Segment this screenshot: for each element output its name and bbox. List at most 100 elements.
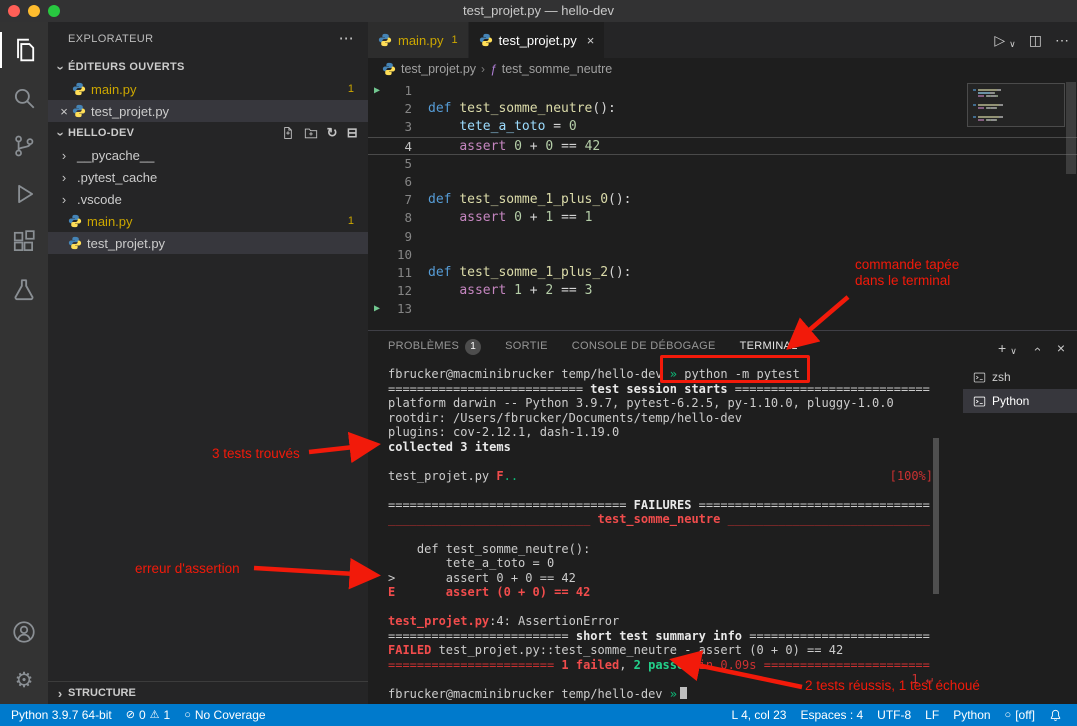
code-text: assert 1 + 2 == 3 xyxy=(428,282,592,300)
file-tree: ›__pycache__›.pytest_cache›.vscodemain.p… xyxy=(48,144,368,254)
terminal-scrollbar[interactable] xyxy=(933,438,939,594)
maximize-panel-button[interactable]: › xyxy=(1029,341,1044,357)
code-line[interactable]: 4 assert 0 + 0 == 42 xyxy=(368,137,1077,155)
panel-tab[interactable]: PROBLÈMES1 xyxy=(388,339,481,358)
activity-settings-button[interactable]: ⚙ xyxy=(0,656,48,704)
run-dropdown-icon[interactable]: ∨ xyxy=(1009,39,1016,50)
more-actions-icon[interactable]: ⋯ xyxy=(339,22,354,56)
open-editors-section-header[interactable]: › ÉDITEURS OUVERTS xyxy=(48,56,368,78)
file-name: .pytest_cache xyxy=(77,170,157,185)
code-line[interactable]: ▶13 xyxy=(368,300,1077,318)
split-editor-button[interactable]: ◫ xyxy=(1029,32,1042,49)
code-line[interactable]: 12 assert 1 + 2 == 3 xyxy=(368,282,1077,300)
explorer-sidebar: EXPLORATEUR ⋯ › ÉDITEURS OUVERTS main.py… xyxy=(48,22,368,704)
breadcrumb-symbol[interactable]: test_somme_neutre xyxy=(502,62,612,76)
close-panel-button[interactable]: × xyxy=(1057,340,1065,356)
status-indentation[interactable]: Espaces : 4 xyxy=(793,704,870,726)
code-line[interactable]: 9 xyxy=(368,228,1077,246)
run-test-icon[interactable]: ▶ xyxy=(368,82,386,100)
status-label: UTF-8 xyxy=(877,708,911,722)
run-test-icon[interactable]: ▶ xyxy=(368,300,386,318)
python-file-icon xyxy=(68,214,82,228)
panel-tab[interactable]: TERMINAL xyxy=(740,340,798,356)
activity-run-debug-button[interactable] xyxy=(0,170,48,218)
minimap[interactable] xyxy=(973,86,1061,125)
activity-explorer-button[interactable] xyxy=(0,26,48,74)
folder-item[interactable]: ›__pycache__ xyxy=(48,144,368,166)
open-editor-item[interactable]: main.py1 xyxy=(48,78,368,100)
status-label: Python xyxy=(953,708,990,722)
new-folder-icon[interactable] xyxy=(304,126,318,140)
collapse-all-icon[interactable]: ⊟ xyxy=(347,125,358,141)
breadcrumb-file[interactable]: test_projet.py xyxy=(401,62,476,76)
code-line[interactable]: 11def test_somme_1_plus_2(): xyxy=(368,264,1077,282)
terminal-output[interactable]: fbrucker@macminibrucker temp/hello-dev »… xyxy=(388,365,933,702)
panel-tab-label: SORTIE xyxy=(505,340,548,356)
line-number: 10 xyxy=(386,246,412,264)
panel-tab[interactable]: SORTIE xyxy=(505,340,548,356)
close-editor-icon[interactable]: × xyxy=(56,104,72,119)
status-problems[interactable]: ⊘0⚠1 xyxy=(119,704,177,726)
code-line[interactable]: 6 xyxy=(368,173,1077,191)
editor-tab-bar: main.py1test_projet.py× ▷ ∨ ◫ ⋯ xyxy=(368,22,1077,58)
file-item[interactable]: test_projet.py xyxy=(48,232,368,254)
vscode-window: test_projet.py — hello-dev xyxy=(0,0,1077,726)
file-item[interactable]: main.py1 xyxy=(48,210,368,232)
folder-item[interactable]: ›.pytest_cache xyxy=(48,166,368,188)
structure-section-header[interactable]: › STRUCTURE xyxy=(48,681,368,704)
breadcrumb-separator-icon: › xyxy=(481,62,485,76)
status-coverage[interactable]: ○No Coverage xyxy=(177,704,272,726)
close-tab-icon[interactable]: × xyxy=(587,33,595,48)
folder-section-header[interactable]: › HELLO-DEV ↻ ⊟ xyxy=(48,122,368,144)
line-number: 1 xyxy=(386,82,412,100)
terminal-instance[interactable]: Python xyxy=(963,389,1077,413)
code-line[interactable]: 5 xyxy=(368,155,1077,173)
panel-tab[interactable]: CONSOLE DE DÉBOGAGE xyxy=(572,340,716,356)
status-notifications[interactable] xyxy=(1042,704,1069,726)
status-label: [off] xyxy=(1015,708,1035,722)
terminal-line: ================================= FAILUR… xyxy=(388,498,933,513)
run-file-button[interactable]: ▷ xyxy=(994,32,1005,49)
folder-item[interactable]: ›.vscode xyxy=(48,188,368,210)
status-eol[interactable]: LF xyxy=(918,704,946,726)
code-editor[interactable]: ▶12def test_somme_neutre():3 tete_a_toto… xyxy=(368,80,1077,332)
code-line[interactable]: 10 xyxy=(368,246,1077,264)
panel-tab-bar: PROBLÈMES1 SORTIE CONSOLE DE DÉBOGAGE TERMI… xyxy=(368,331,1077,365)
editor-tab[interactable]: main.py1 xyxy=(368,22,469,58)
activity-extensions-button[interactable] xyxy=(0,218,48,266)
gutter-space xyxy=(368,155,386,173)
terminal-line: tete_a_toto = 0 xyxy=(388,556,933,571)
new-file-icon[interactable] xyxy=(281,126,295,140)
bottom-panel: PROBLÈMES1 SORTIE CONSOLE DE DÉBOGAGE TERMI… xyxy=(368,330,1077,704)
activity-search-button[interactable] xyxy=(0,74,48,122)
title-bar: test_projet.py — hello-dev xyxy=(0,0,1077,23)
gutter-space xyxy=(368,118,386,136)
code-line[interactable]: 8 assert 0 + 1 == 1 xyxy=(368,209,1077,227)
line-number: 8 xyxy=(386,209,412,227)
terminal-instance[interactable]: zsh xyxy=(963,365,1077,389)
editor-area: main.py1test_projet.py× ▷∨ ◫ ⋯ test_proj… xyxy=(368,22,1077,704)
open-editor-item[interactable]: ×test_projet.py xyxy=(48,100,368,122)
status-python-version[interactable]: Python 3.9.7 64-bit xyxy=(4,704,119,726)
activity-source-control-button[interactable] xyxy=(0,122,48,170)
activity-testing-button[interactable] xyxy=(0,266,48,314)
chevron-right-icon: › xyxy=(56,148,72,163)
editor-tab[interactable]: test_projet.py× xyxy=(469,22,606,58)
activity-account-button[interactable] xyxy=(0,608,48,656)
terminal-line: > assert 0 + 0 == 42 xyxy=(388,571,933,586)
status-watch[interactable]: ○[off] xyxy=(998,704,1042,726)
editor-actions: ▷ ∨ ◫ ⋯ xyxy=(994,22,1069,58)
status-encoding[interactable]: UTF-8 xyxy=(870,704,918,726)
new-terminal-button[interactable]: + xyxy=(998,340,1006,356)
line-number: 7 xyxy=(386,191,412,209)
warning-count: 1 xyxy=(164,708,171,722)
python-file-icon xyxy=(68,236,82,250)
status-cursor-position[interactable]: L 4, col 23 xyxy=(725,704,794,726)
refresh-icon[interactable]: ↻ xyxy=(327,125,338,141)
code-line[interactable]: 7def test_somme_1_plus_0(): xyxy=(368,191,1077,209)
editor-more-actions-icon[interactable]: ⋯ xyxy=(1055,32,1069,49)
editor-scrollbar[interactable] xyxy=(1066,82,1076,174)
status-language-mode[interactable]: Python xyxy=(946,704,997,726)
open-editors-label: ÉDITEURS OUVERTS xyxy=(68,61,185,73)
terminal-dropdown-icon[interactable]: ∨ xyxy=(1010,346,1017,357)
